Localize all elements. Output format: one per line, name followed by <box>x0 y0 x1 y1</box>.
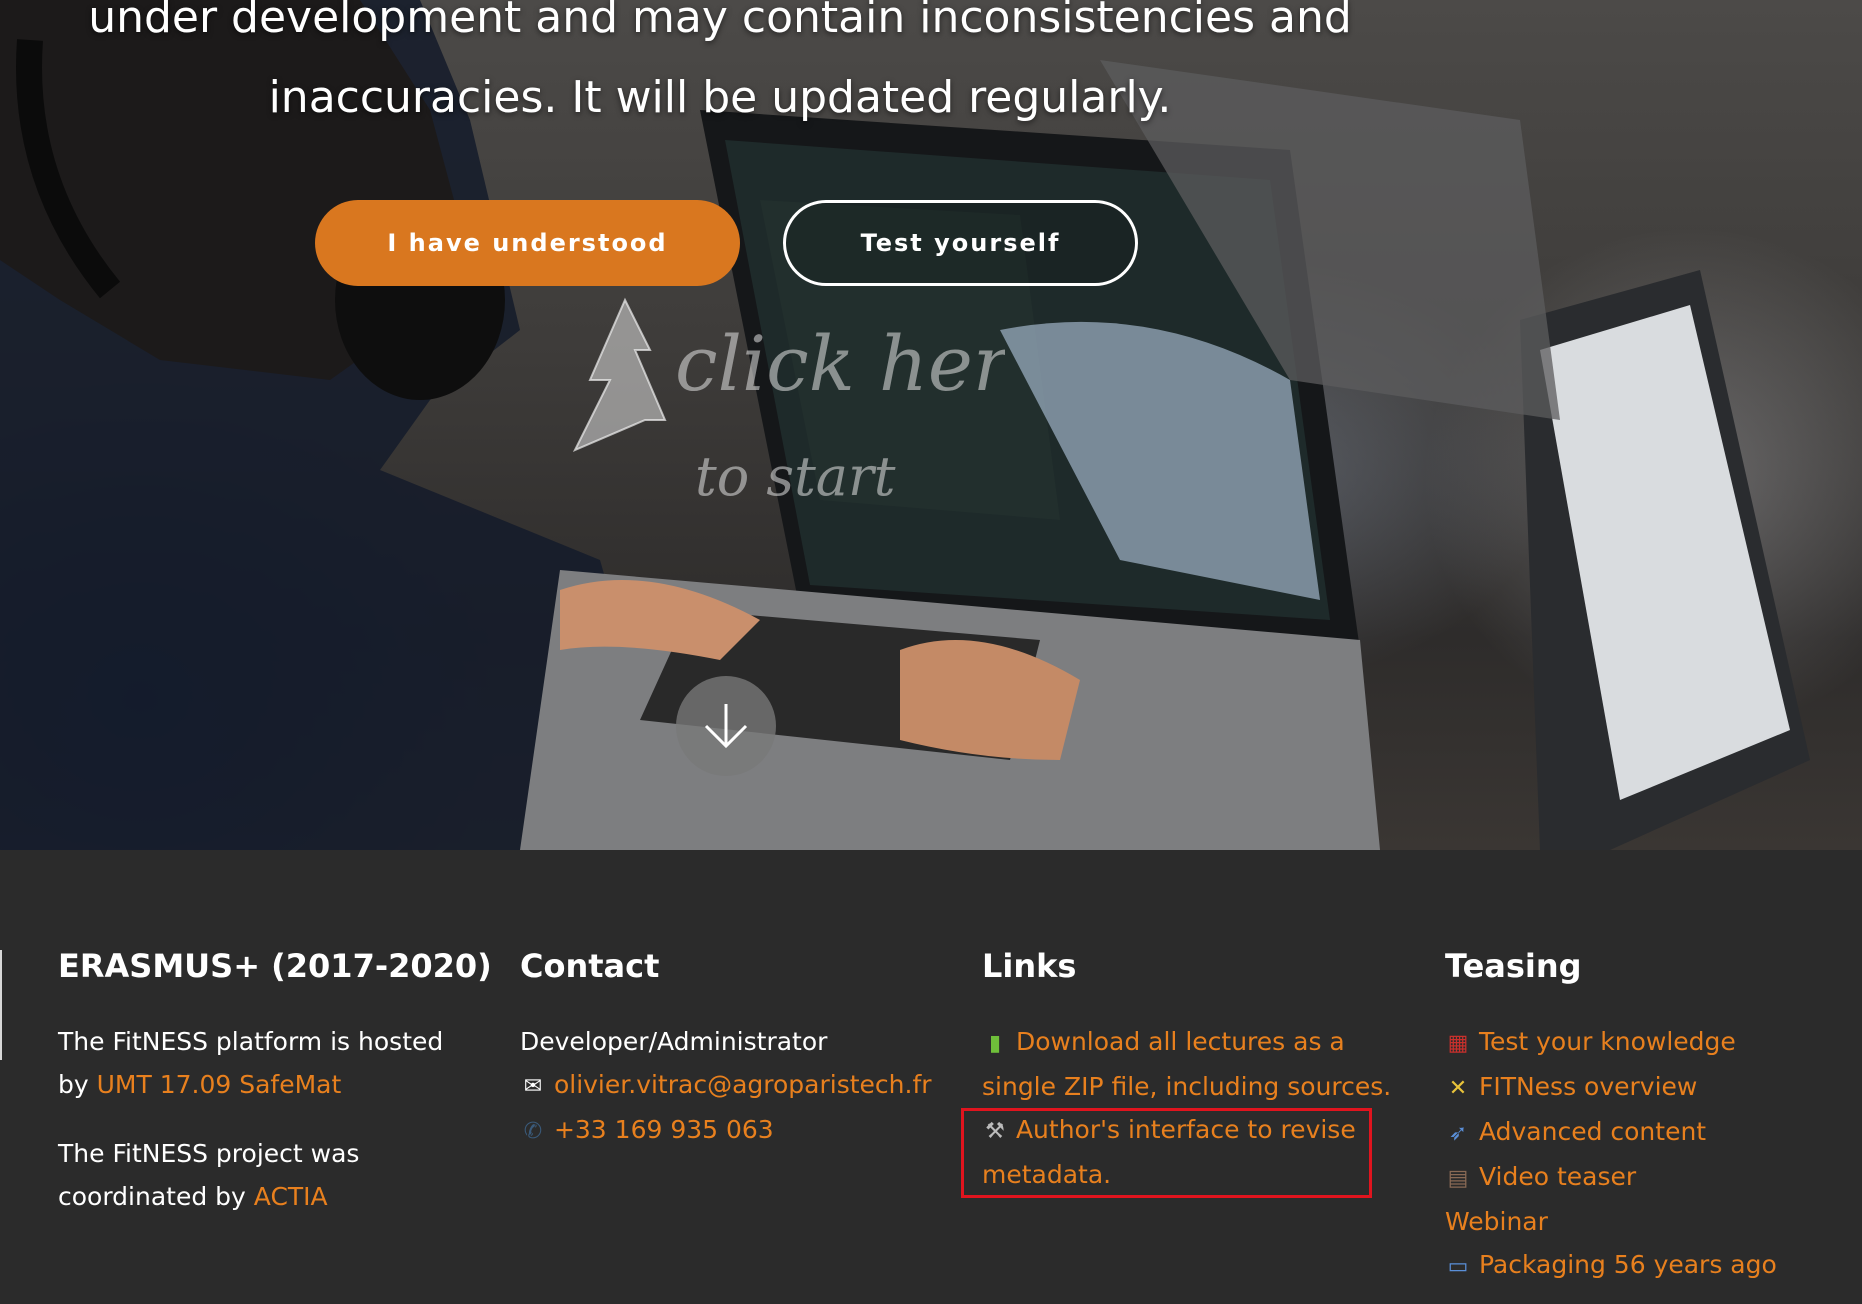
teasing-item-webinar[interactable]: Webinar <box>1445 1200 1862 1243</box>
contact-phone-row: ✆ +33 169 935 063 <box>520 1108 960 1153</box>
email-link[interactable]: olivier.vitrac@agroparistech.fr <box>554 1070 932 1099</box>
phone-icon: ✆ <box>523 1119 543 1144</box>
left-edge-divider <box>0 950 2 1060</box>
teasing-item-test-knowledge[interactable]: ▦ Test your knowledge <box>1445 1020 1862 1065</box>
phone-link[interactable]: +33 169 935 063 <box>554 1115 774 1144</box>
hero-title-line1: under development and may contain incons… <box>88 0 1352 43</box>
scroll-down-button[interactable] <box>676 676 776 776</box>
handwritten-to-start: to start <box>695 445 896 508</box>
satellite-icon: ✕ <box>1448 1076 1468 1101</box>
erasmus-heading: ERASMUS+ (2017-2020) <box>58 947 492 985</box>
rocket-icon: ➶ <box>1448 1121 1468 1146</box>
hosted-text: The FitNESS platform is hosted by UMT 17… <box>58 1027 444 1099</box>
contact-heading: Contact <box>520 947 660 985</box>
envelope-icon: ✉ <box>523 1074 543 1099</box>
understood-button[interactable]: I have understood <box>315 200 740 286</box>
footer-contact-column: Contact Developer/Administrator ✉ olivie… <box>520 942 960 1153</box>
test-yourself-button[interactable]: Test yourself <box>783 200 1138 286</box>
coordinated-text: The FitNESS project was coordinated by A… <box>58 1139 360 1211</box>
footer-erasmus-column: ERASMUS+ (2017-2020) The FitNESS platfor… <box>58 942 498 1218</box>
hero-title-line2: inaccuracies. It will be updated regular… <box>268 72 1172 123</box>
umt-safemat-link[interactable]: UMT 17.09 SafeMat <box>97 1070 342 1099</box>
highlight-annotation-box <box>961 1108 1372 1198</box>
teasing-item-advanced[interactable]: ➶ Advanced content <box>1445 1110 1862 1155</box>
film-icon: ▤ <box>1447 1166 1469 1191</box>
arrow-down-icon <box>704 704 748 749</box>
abacus-icon: ▦ <box>1447 1031 1469 1056</box>
actia-link[interactable]: ACTIA <box>254 1182 328 1211</box>
pointer-arrow-icon <box>572 297 667 452</box>
handwritten-click-here: click here <box>675 319 1005 408</box>
footer-teasing-column: Teasing ▦ Test your knowledge ✕ FITNess … <box>1445 942 1862 1288</box>
click-here-annotation: click here to start <box>572 297 1005 508</box>
footer: ERASMUS+ (2017-2020) The FitNESS platfor… <box>0 850 1862 1304</box>
contact-role: Developer/Administrator <box>520 1027 828 1056</box>
teasing-heading: Teasing <box>1445 947 1582 985</box>
hero-section: under development and may contain incons… <box>0 0 1862 850</box>
contact-email-row: ✉ olivier.vitrac@agroparistech.fr <box>520 1063 960 1108</box>
pill-icon: ▭ <box>1447 1254 1469 1279</box>
can-icon: ▮ <box>988 1031 1002 1056</box>
teasing-item-packaging[interactable]: ▭ Packaging 56 years ago <box>1445 1243 1862 1288</box>
teasing-item-video[interactable]: ▤ Video teaser <box>1445 1155 1862 1200</box>
links-heading: Links <box>982 947 1077 985</box>
download-lectures-link[interactable]: ▮ Download all lectures as a single ZIP … <box>982 1020 1402 1108</box>
teasing-item-overview[interactable]: ✕ FITNess overview <box>1445 1065 1862 1110</box>
